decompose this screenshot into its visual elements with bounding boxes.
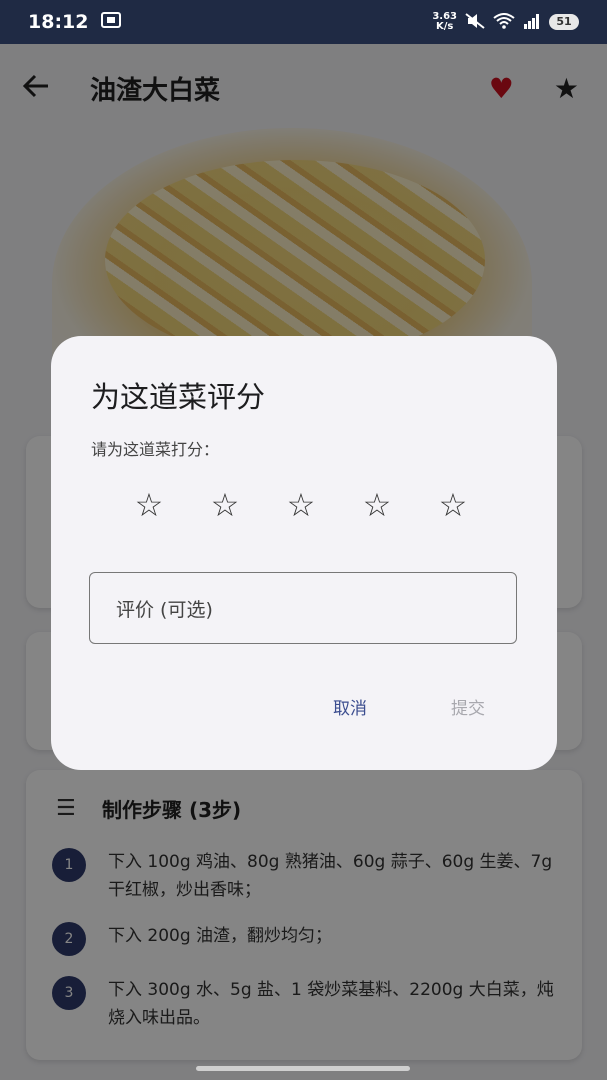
rating-stars: ☆ ☆ ☆ ☆ ☆ [121,486,481,524]
wifi-icon [493,12,515,32]
cancel-button[interactable]: 取消 [333,694,367,719]
review-placeholder: 评价 (可选) [116,598,213,621]
home-indicator[interactable] [196,1066,410,1071]
status-time: 18:12 [28,11,89,33]
status-bar: 18:12 3.63 K/s 51 [0,0,607,44]
net-speed-unit: K/s [435,21,454,32]
dialog-subtitle: 请为这道菜打分： [91,440,220,459]
rating-star-5-icon[interactable]: ☆ [425,486,481,524]
rating-star-2-icon[interactable]: ☆ [197,486,253,524]
cellular-signal-icon [523,13,541,32]
status-left: 18:12 [28,11,122,34]
rating-star-3-icon[interactable]: ☆ [273,486,329,524]
net-speed: 3.63 K/s [432,12,457,32]
dialog-title: 为这道菜评分 [91,380,266,414]
rating-star-4-icon[interactable]: ☆ [349,486,405,524]
rating-star-1-icon[interactable]: ☆ [121,486,177,524]
submit-button[interactable]: 提交 [451,694,485,719]
rating-dialog: 为这道菜评分 请为这道菜打分： ☆ ☆ ☆ ☆ ☆ 评价 (可选) 取消 提交 [51,336,557,770]
screen-record-icon [100,11,122,34]
review-input[interactable]: 评价 (可选) [89,572,517,644]
mute-icon [465,12,485,32]
status-right: 3.63 K/s 51 [432,12,579,32]
battery-icon: 51 [549,14,579,30]
